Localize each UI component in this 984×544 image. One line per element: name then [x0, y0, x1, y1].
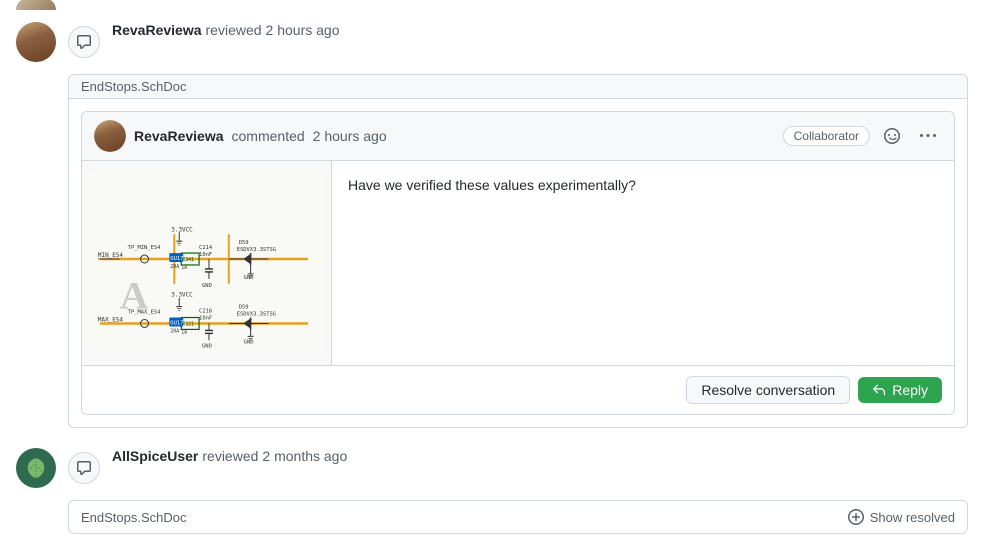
- reva-comment-card: RevaReviewa commented 2 hours ago Collab…: [81, 111, 955, 415]
- reply-btn-label: Reply: [892, 382, 928, 398]
- svg-text:1A: 1A: [181, 329, 187, 335]
- comment-text: Have we verified these values experiment…: [332, 161, 652, 365]
- comment-footer: Resolve conversation Reply: [82, 365, 954, 414]
- emoji-btn[interactable]: [878, 122, 906, 150]
- avatar-allspice: [16, 448, 56, 488]
- reva-review-box: EndStops.SchDoc RevaReviewa commented 2 …: [68, 74, 968, 428]
- svg-text:10nF: 10nF: [199, 252, 212, 258]
- reply-btn[interactable]: Reply: [858, 377, 942, 403]
- allspice-time: 2 months ago: [262, 448, 347, 464]
- svg-text:GND: GND: [202, 343, 212, 349]
- allspice-action: reviewed: [202, 448, 258, 464]
- allspice-comment-icon-btn[interactable]: [68, 452, 100, 484]
- svg-text:TP_MIN_ES4: TP_MIN_ES4: [128, 245, 161, 251]
- review-meta-reva: RevaReviewa reviewed 2 hours ago: [112, 22, 340, 38]
- comment-body: MIN_ES4 TP_MIN_ES4 3.3VCC: [82, 161, 954, 365]
- svg-text:C214: C214: [199, 245, 213, 251]
- svg-text:10nF: 10nF: [199, 316, 212, 322]
- svg-text:1A: 1A: [181, 265, 187, 271]
- comment-header: RevaReviewa commented 2 hours ago Collab…: [82, 112, 954, 161]
- comment-avatar: [94, 120, 126, 152]
- svg-text:20A: 20A: [170, 328, 179, 334]
- svg-text:ESDVX3.3STSG: ESDVX3.3STSG: [237, 312, 276, 318]
- reva-action: reviewed: [206, 22, 262, 38]
- reva-time: 2 hours ago: [266, 22, 340, 38]
- comment-text-content: Have we verified these values experiment…: [348, 177, 636, 193]
- reva-file-header: EndStops.SchDoc: [69, 75, 967, 99]
- review-entry-allspice: AllSpiceUser reviewed 2 months ago: [0, 436, 984, 500]
- svg-text:20A: 20A: [170, 264, 179, 270]
- comment-header-right: Collaborator: [783, 122, 942, 150]
- svg-text:OU171: OU171: [170, 320, 186, 326]
- svg-text:C216: C216: [199, 309, 212, 315]
- show-resolved-btn[interactable]: Show resolved: [848, 509, 955, 525]
- comment-time: 2 hours ago: [313, 128, 387, 144]
- svg-text:GND: GND: [202, 283, 212, 289]
- reva-filename: EndStops.SchDoc: [81, 79, 187, 94]
- svg-text:MAX_ES4: MAX_ES4: [98, 316, 123, 323]
- reva-username: RevaReviewa: [112, 22, 202, 38]
- svg-text:OU171: OU171: [170, 256, 186, 262]
- review-entry-reva: RevaReviewa reviewed 2 hours ago: [0, 10, 984, 74]
- svg-text:TP_MAX_ES4: TP_MAX_ES4: [128, 310, 161, 316]
- svg-text:3.3VCC: 3.3VCC: [171, 226, 193, 233]
- page-wrapper: RevaReviewa reviewed 2 hours ago EndStop…: [0, 0, 984, 544]
- svg-text:GND: GND: [244, 339, 254, 345]
- more-options-btn[interactable]: [914, 122, 942, 150]
- svg-text:ESDVX3.3STSG: ESDVX3.3STSG: [237, 247, 276, 253]
- svg-text:MIN_ES4: MIN_ES4: [98, 252, 123, 259]
- allspice-file-header: EndStops.SchDoc Show resolved: [69, 501, 967, 533]
- schematic-preview: MIN_ES4 TP_MIN_ES4 3.3VCC: [82, 161, 332, 365]
- resolve-conversation-btn[interactable]: Resolve conversation: [686, 376, 850, 404]
- comment-username: RevaReviewa: [134, 128, 224, 144]
- show-resolved-label: Show resolved: [870, 510, 955, 525]
- comment-action: commented: [232, 128, 305, 144]
- reva-review-body: RevaReviewa commented 2 hours ago Collab…: [69, 111, 967, 415]
- svg-text:D59: D59: [239, 240, 249, 246]
- review-comment-icon-btn[interactable]: [68, 26, 100, 58]
- allspice-filename: EndStops.SchDoc: [81, 510, 187, 525]
- avatar-reva: [16, 22, 56, 62]
- allspice-review-box: EndStops.SchDoc Show resolved: [68, 500, 968, 534]
- svg-text:3.3VCC: 3.3VCC: [171, 292, 193, 299]
- svg-text:D59: D59: [239, 305, 249, 311]
- allspice-username: AllSpiceUser: [112, 448, 198, 464]
- collaborator-badge: Collaborator: [783, 126, 870, 146]
- allspice-review-meta: AllSpiceUser reviewed 2 months ago: [112, 448, 347, 464]
- comment-header-left: RevaReviewa commented 2 hours ago: [94, 120, 387, 152]
